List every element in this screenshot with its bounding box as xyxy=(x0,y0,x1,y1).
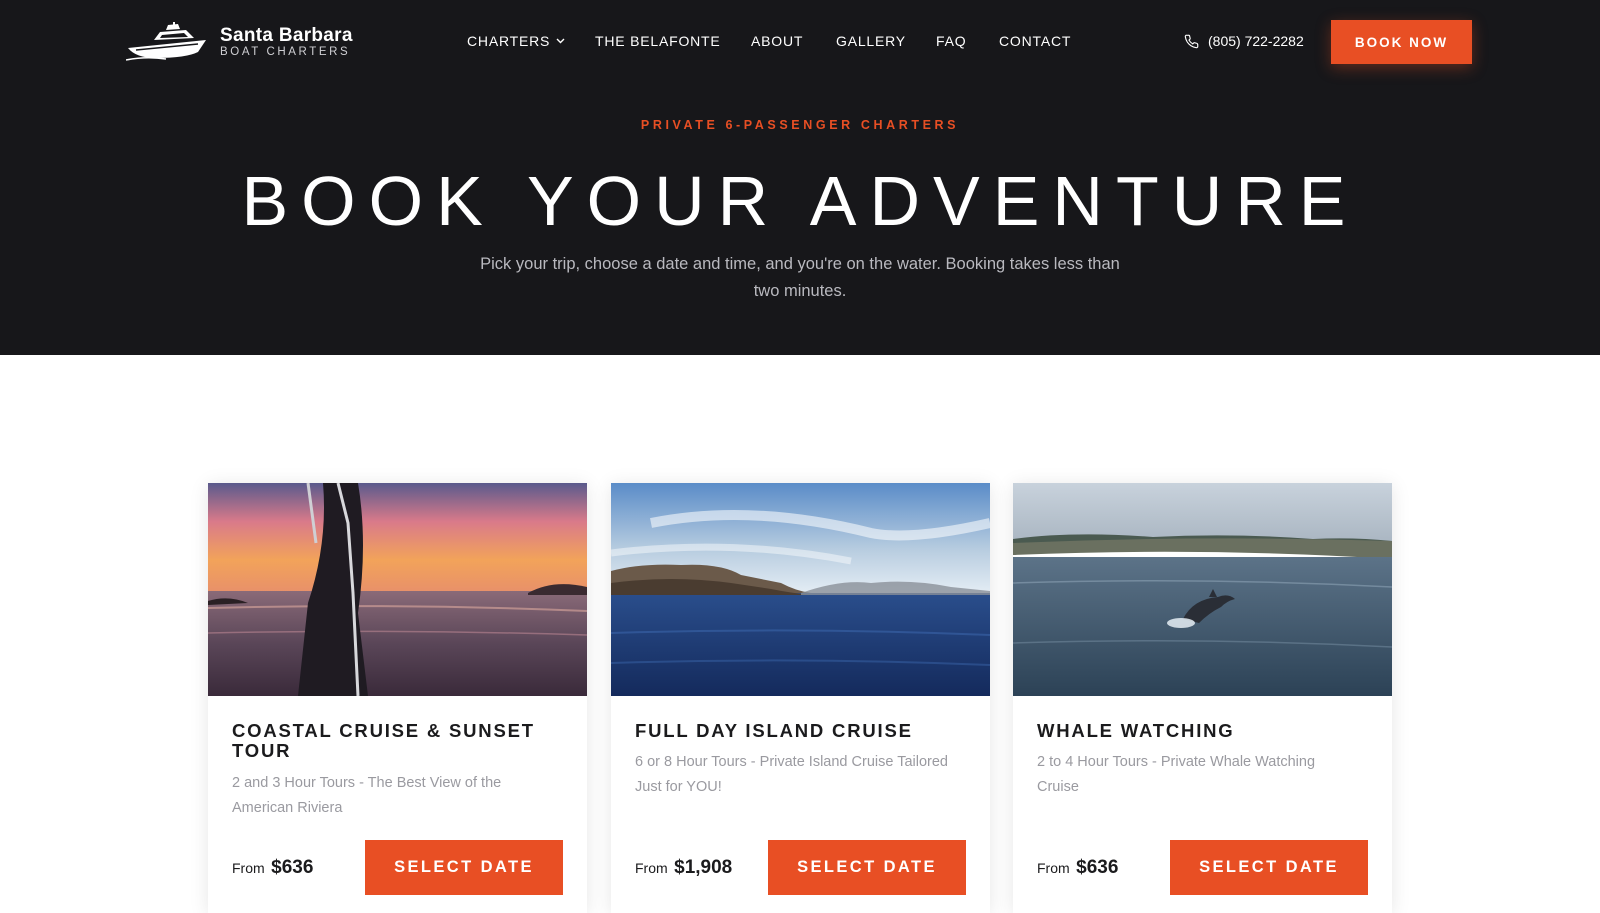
select-date-button[interactable]: SELECT DATE xyxy=(768,840,966,895)
price-prefix: From xyxy=(1037,860,1070,876)
phone-number: (805) 722-2282 xyxy=(1208,33,1304,49)
hero-section: Santa Barbara BOAT CHARTERS CHARTERS THE… xyxy=(0,0,1600,355)
tour-title: FULL DAY ISLAND CRUISE xyxy=(635,720,913,741)
nav-item-charters[interactable]: CHARTERS xyxy=(467,33,565,49)
tour-price: From $636 xyxy=(232,857,313,879)
tour-title: COASTAL CRUISE & SUNSET TOUR xyxy=(232,720,535,761)
nav-item-faq[interactable]: FAQ xyxy=(936,33,966,49)
page-title: BOOK YOUR ADVENTURE xyxy=(241,162,1359,240)
tour-card-whale-watching: WHALE WATCHING 2 to 4 Hour Tours - Priva… xyxy=(1013,483,1392,913)
tour-description: 6 or 8 Hour Tours - Private Island Cruis… xyxy=(635,754,948,795)
tour-image-dolphin xyxy=(1013,483,1392,696)
select-date-button[interactable]: SELECT DATE xyxy=(1170,840,1368,895)
nav-item-label: CHARTERS xyxy=(467,33,551,49)
tour-description: 2 and 3 Hour Tours - The Best View of th… xyxy=(232,775,502,816)
select-date-button[interactable]: SELECT DATE xyxy=(365,840,563,895)
tour-description: 2 to 4 Hour Tours - Private Whale Watchi… xyxy=(1037,754,1316,795)
tour-image-island xyxy=(611,483,990,696)
tour-title: WHALE WATCHING xyxy=(1037,720,1235,741)
nav-item-contact[interactable]: CONTACT xyxy=(999,33,1071,49)
tour-price: From $636 xyxy=(1037,857,1118,879)
nav-item-the-belafonte[interactable]: THE BELAFONTE xyxy=(595,33,721,49)
price-value: $636 xyxy=(1076,857,1119,878)
hero-eyebrow: PRIVATE 6-PASSENGER CHARTERS xyxy=(640,118,960,132)
nav-item-gallery[interactable]: GALLERY xyxy=(836,33,906,49)
hero-subtitle: Pick your trip, choose a date and time, … xyxy=(480,255,1120,300)
tour-card-coastal-cruise: COASTAL CRUISE & SUNSET TOUR 2 and 3 Hou… xyxy=(208,483,587,913)
phone-icon xyxy=(1184,34,1199,49)
nav-item-about[interactable]: ABOUT xyxy=(751,33,803,49)
price-value: $636 xyxy=(271,857,314,878)
price-value: $1,908 xyxy=(674,857,733,878)
tour-price: From $1,908 xyxy=(635,857,732,879)
price-prefix: From xyxy=(232,860,265,876)
chevron-down-icon xyxy=(556,38,565,44)
tour-image-sunset xyxy=(208,483,587,696)
tour-card-full-day-island: FULL DAY ISLAND CRUISE 6 or 8 Hour Tours… xyxy=(611,483,990,913)
book-now-button[interactable]: BOOK NOW xyxy=(1331,20,1472,64)
price-prefix: From xyxy=(635,860,668,876)
